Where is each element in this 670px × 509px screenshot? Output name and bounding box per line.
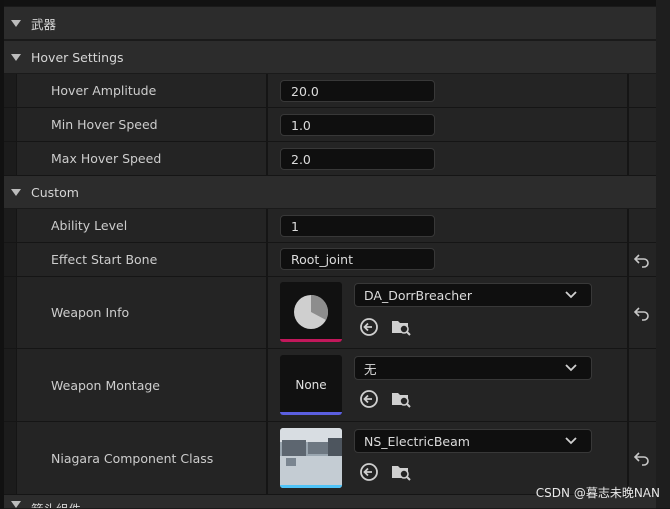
watermark: CSDN @暮志未晚NAN (535, 486, 660, 500)
column-splitter[interactable] (266, 422, 268, 494)
column-splitter[interactable] (266, 349, 268, 421)
collapse-arrow-icon[interactable] (11, 188, 21, 196)
reset-to-default-icon[interactable] (633, 304, 651, 322)
asset-thumbnail[interactable]: None (280, 355, 342, 415)
property-label: Weapon Info (51, 305, 130, 320)
property-row-ability-level: Ability Level 1 (4, 209, 656, 243)
property-label: Weapon Montage (51, 377, 160, 393)
property-label: Niagara Component Class (51, 450, 214, 466)
property-label: Min Hover Speed (51, 117, 158, 132)
category-weapon[interactable]: 武器 (4, 7, 656, 40)
asset-picker-value: DA_DorrBreacher (364, 287, 472, 303)
property-row-effect-start-bone: Effect Start Bone Root_joint (4, 243, 656, 277)
chevron-down-icon (565, 437, 577, 445)
column-splitter[interactable] (266, 277, 268, 348)
collapse-arrow-icon[interactable] (11, 19, 21, 27)
chevron-down-icon (565, 364, 577, 372)
browse-asset-icon[interactable] (390, 316, 412, 338)
column-splitter[interactable] (266, 209, 268, 242)
weapon-info-asset-picker[interactable]: DA_DorrBreacher (354, 283, 592, 307)
reset-to-default-icon[interactable] (633, 251, 651, 269)
collapse-arrow-icon[interactable] (11, 53, 21, 61)
column-splitter[interactable] (266, 108, 268, 141)
property-row-hover-amplitude: Hover Amplitude 20.0 (4, 74, 656, 108)
use-selected-asset-icon[interactable] (358, 316, 380, 338)
property-row-max-hover-speed: Max Hover Speed 2.0 (4, 142, 656, 176)
scrollbar[interactable] (656, 0, 670, 508)
property-row-weapon-info: Weapon Info DA_DorrBreacher (4, 277, 656, 349)
top-strip (0, 0, 670, 6)
property-label: Ability Level (51, 218, 128, 233)
category-hover-settings[interactable]: Hover Settings (4, 41, 656, 74)
column-splitter[interactable] (266, 243, 268, 276)
asset-thumbnail[interactable] (280, 282, 342, 342)
asset-picker-value: 无 (364, 361, 377, 377)
browse-asset-icon[interactable] (390, 461, 412, 483)
category-label: Hover Settings (31, 49, 124, 65)
category-label: Custom (31, 184, 79, 200)
property-label: Effect Start Bone (51, 252, 158, 267)
data-asset-pie-icon (294, 295, 328, 329)
reset-to-default-icon[interactable] (633, 449, 651, 467)
max-hover-speed-input[interactable]: 2.0 (280, 148, 435, 170)
hover-amplitude-input[interactable]: 20.0 (280, 80, 435, 102)
use-selected-asset-icon[interactable] (358, 461, 380, 483)
property-label: Max Hover Speed (51, 151, 162, 166)
property-row-weapon-montage: Weapon Montage None 无 (4, 349, 656, 422)
niagara-preview-image (280, 428, 342, 488)
column-splitter[interactable] (266, 74, 268, 107)
effect-start-bone-input[interactable]: Root_joint (280, 248, 435, 270)
thumbnail-none-label: None (295, 378, 327, 392)
asset-type-bar (280, 485, 342, 488)
browse-asset-icon[interactable] (390, 388, 412, 410)
collapse-arrow-icon[interactable] (11, 501, 21, 508)
ability-level-input[interactable]: 1 (280, 215, 435, 237)
asset-thumbnail[interactable] (280, 428, 342, 488)
min-hover-speed-input[interactable]: 1.0 (280, 114, 435, 136)
category-custom[interactable]: Custom (4, 176, 656, 209)
category-label: 武器 (31, 16, 57, 32)
asset-picker-value: NS_ElectricBeam (364, 433, 470, 449)
chevron-down-icon (565, 291, 577, 299)
property-label: Hover Amplitude (51, 83, 157, 98)
weapon-montage-asset-picker[interactable]: 无 (354, 356, 592, 380)
asset-type-bar (280, 412, 342, 415)
property-row-min-hover-speed: Min Hover Speed 1.0 (4, 108, 656, 142)
niagara-class-picker[interactable]: NS_ElectricBeam (354, 429, 592, 453)
use-selected-asset-icon[interactable] (358, 388, 380, 410)
details-panel: 武器 Hover Settings Hover Amplitude 20.0 M… (0, 0, 670, 509)
column-splitter[interactable] (266, 142, 268, 175)
asset-type-bar (280, 339, 342, 342)
